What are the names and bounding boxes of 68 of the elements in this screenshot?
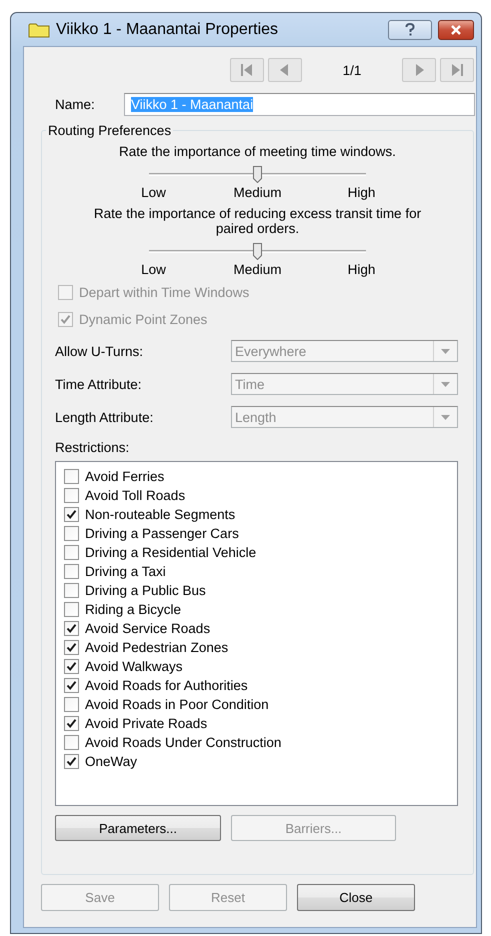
close-button[interactable] — [438, 20, 474, 40]
last-button[interactable] — [440, 58, 474, 82]
prompt-text: Rate the importance of reducing excess transit time for paired orders. — [92, 206, 422, 236]
field-label: Length Attribute: — [55, 410, 154, 424]
slider-thumb[interactable] — [252, 166, 262, 183]
prompt-text: Rate the importance of meeting time windows. — [118, 144, 397, 159]
slider[interactable] — [149, 242, 366, 261]
checkbox[interactable] — [64, 488, 79, 503]
checkbox[interactable] — [64, 526, 79, 541]
help-button[interactable] — [388, 20, 432, 40]
checkbox[interactable] — [64, 716, 79, 731]
dialog-button[interactable]: Close — [297, 884, 415, 911]
slider-label: Medium — [232, 262, 282, 277]
previous-button[interactable] — [268, 58, 302, 82]
checkbox-label: Depart within Time Windows — [79, 285, 250, 300]
checkbox-label: Driving a Residential Vehicle — [85, 545, 256, 560]
checkbox-label: Avoid Ferries — [85, 469, 164, 484]
close-icon[interactable] — [450, 24, 462, 34]
first-arrow-icon[interactable] — [239, 63, 255, 77]
checkbox-label: Avoid Walkways — [85, 659, 183, 674]
first-button[interactable] — [230, 58, 264, 82]
slider[interactable] — [149, 165, 366, 184]
checkbox[interactable] — [64, 621, 79, 636]
slider-label: Medium — [232, 185, 282, 200]
group-title: Routing Preferences — [47, 123, 172, 138]
last-arrow-icon[interactable] — [449, 63, 465, 77]
checkbox[interactable] — [64, 564, 79, 579]
checkbox[interactable] — [64, 640, 79, 655]
checkbox-label: Riding a Bicycle — [85, 602, 182, 617]
slider-label: High — [346, 262, 376, 277]
checkbox[interactable] — [64, 602, 79, 617]
help-icon[interactable] — [405, 23, 415, 36]
slider-label: High — [346, 185, 376, 200]
checkbox[interactable] — [64, 659, 79, 674]
slider-label: Low — [140, 262, 167, 277]
folder-icon — [28, 22, 50, 38]
window-title: Viikko 1 - Maanantai Properties — [56, 20, 280, 38]
checkbox-label: Avoid Roads for Authorities — [85, 678, 248, 693]
checkbox[interactable] — [64, 545, 79, 560]
name-field[interactable]: Viikko 1 - Maanantai — [124, 92, 475, 116]
field-label: Allow U-Turns: — [55, 344, 144, 358]
field-label: Time Attribute: — [55, 376, 143, 392]
checkbox-label: Avoid Toll Roads — [85, 488, 186, 503]
record-counter: 1/1 — [342, 62, 362, 78]
checkbox[interactable] — [64, 507, 79, 522]
slider-thumb[interactable] — [252, 243, 262, 260]
checkbox-label: Avoid Roads in Poor Condition — [85, 697, 269, 712]
checkbox[interactable] — [64, 697, 79, 712]
checkbox[interactable] — [64, 754, 79, 769]
restrictions-label: Restrictions: — [54, 440, 130, 455]
checkbox[interactable] — [64, 735, 79, 750]
checkbox-label: Avoid Service Roads — [85, 621, 210, 636]
next-button[interactable] — [402, 58, 436, 82]
checkbox-label: Avoid Pedestrian Zones — [85, 640, 228, 655]
checkbox[interactable] — [64, 469, 79, 484]
checkbox-label: Dynamic Point Zones — [79, 312, 208, 327]
slider-label: Low — [140, 185, 167, 200]
checkbox-label: Avoid Roads Under Construction — [85, 735, 282, 750]
checkbox-label: Driving a Passenger Cars — [85, 526, 239, 541]
checkbox[interactable] — [64, 583, 79, 598]
checkbox-label: Non-routeable Segments — [85, 507, 236, 522]
name-label: Name: — [55, 96, 96, 112]
checkbox-label: Avoid Private Roads — [85, 716, 208, 731]
dialog-button[interactable]: Parameters... — [55, 815, 221, 841]
checkbox-label: Driving a Public Bus — [85, 583, 206, 598]
checkbox-label: Driving a Taxi — [85, 564, 166, 579]
checkbox-label: OneWay — [85, 754, 138, 769]
checkbox[interactable] — [64, 678, 79, 693]
